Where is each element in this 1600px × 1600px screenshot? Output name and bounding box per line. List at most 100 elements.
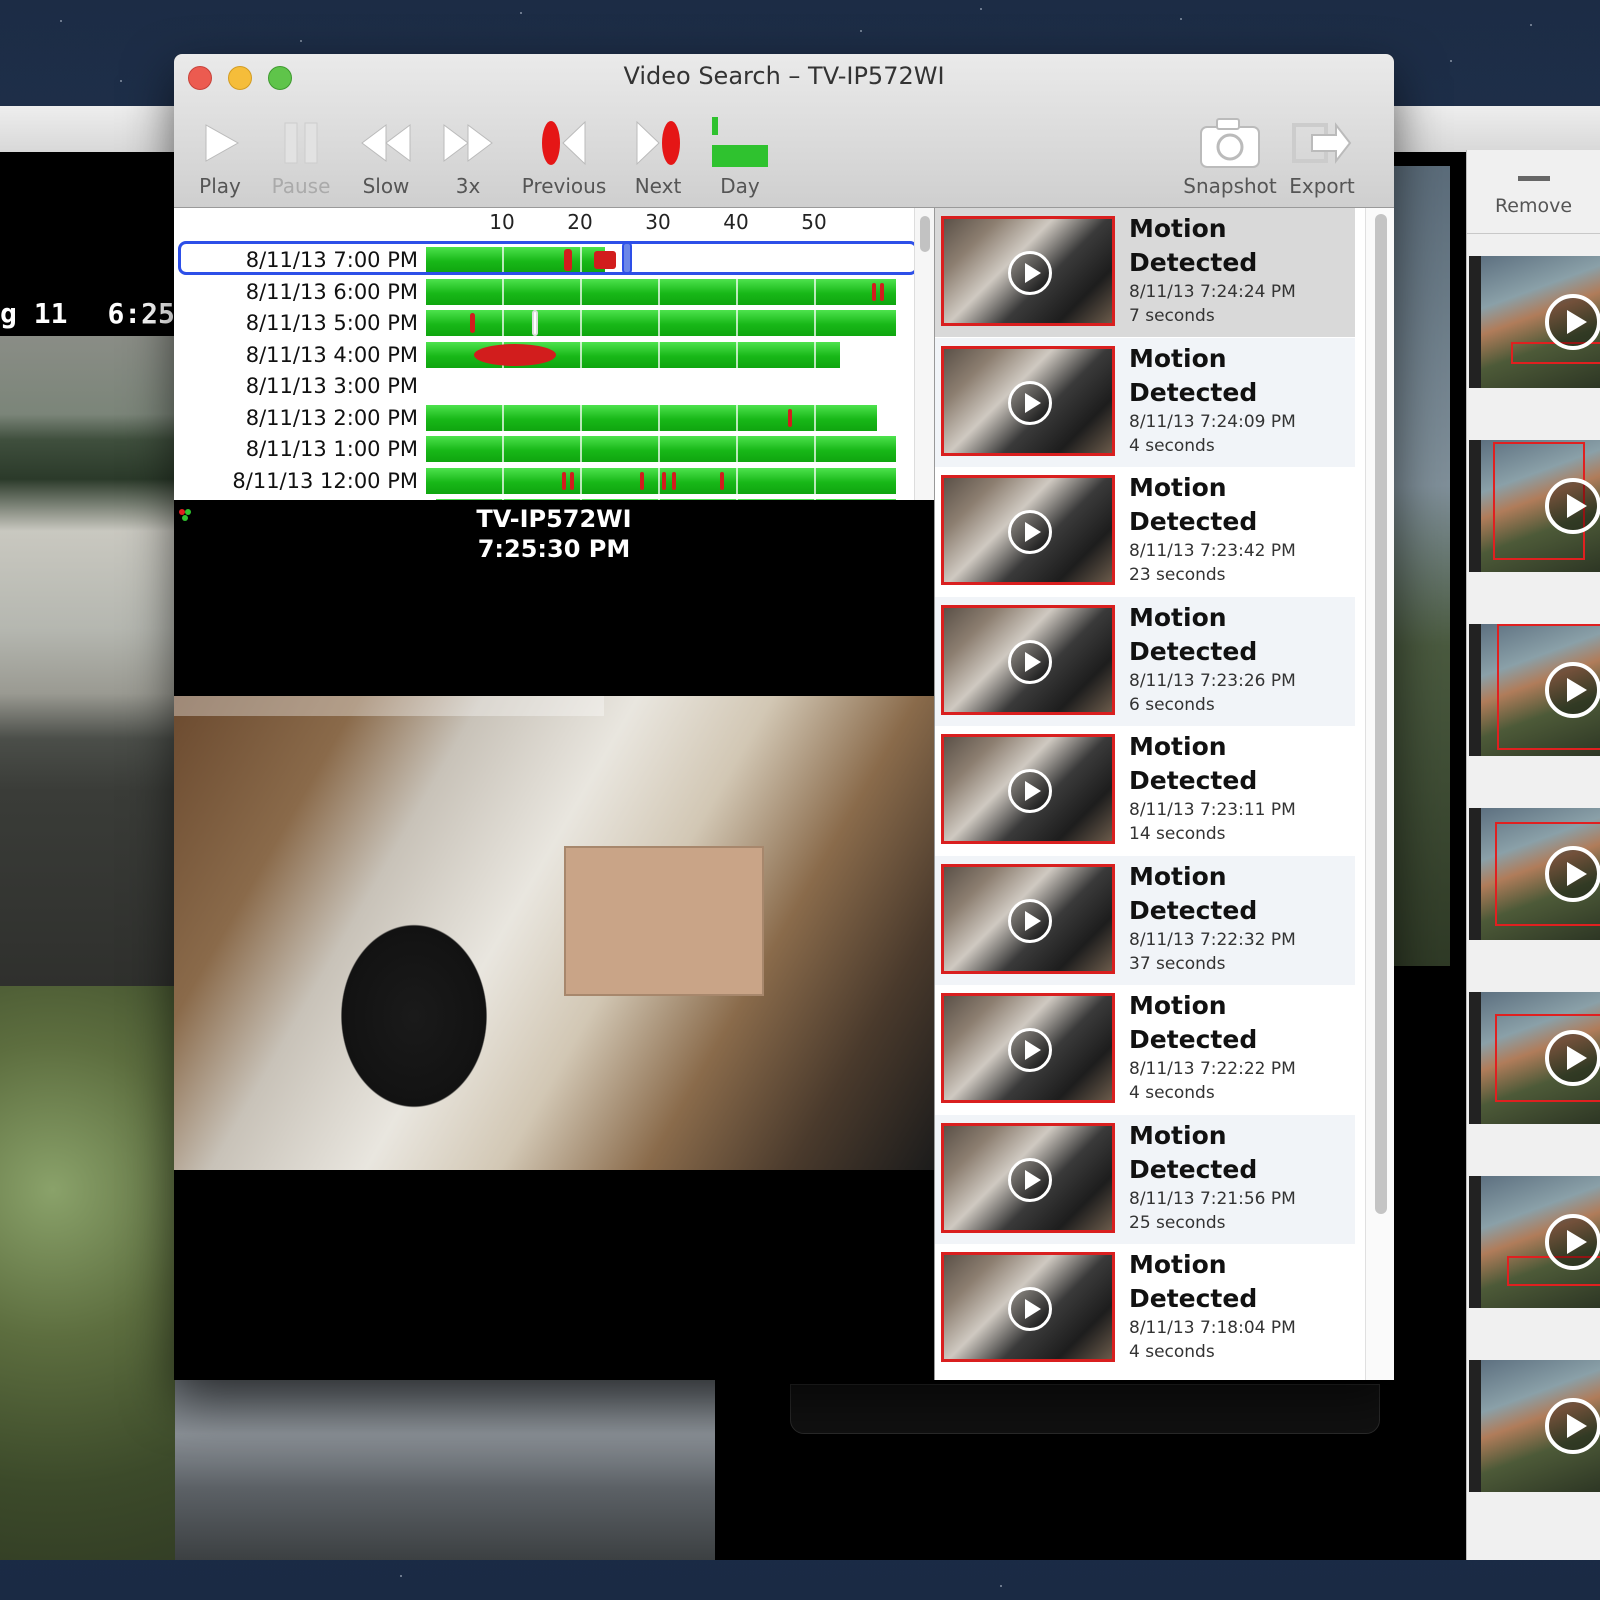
play-icon <box>1545 478 1600 534</box>
event-duration: 4 seconds <box>1129 1083 1215 1103</box>
side-event-thumbnail[interactable] <box>1469 1360 1600 1492</box>
side-event-thumbnail[interactable] <box>1469 256 1600 388</box>
event-datetime: 8/11/13 7:24:09 PM <box>1129 411 1296 432</box>
event-title-line1: Motion <box>1129 602 1227 632</box>
scrollbar-thumb[interactable] <box>1375 214 1387 1214</box>
hour-label: 8/11/13 12:00 PM <box>232 468 418 493</box>
recording-bar[interactable] <box>426 436 896 462</box>
motion-event-item[interactable]: Motion Detected 8/11/13 7:24:24 PM 7 second… <box>935 208 1355 337</box>
event-datetime: 8/11/13 7:22:22 PM <box>1129 1059 1296 1079</box>
event-datetime: 8/11/13 7:23:26 PM <box>1129 670 1296 691</box>
camera-osd-bar <box>174 696 604 716</box>
snapshot-button[interactable]: Snapshot <box>1180 112 1280 198</box>
fast-forward-button[interactable]: 3x <box>440 112 496 198</box>
slow-button[interactable]: Slow <box>354 112 418 198</box>
event-thumbnail[interactable] <box>941 1122 1115 1233</box>
side-event-thumbnail[interactable] <box>1469 1176 1600 1308</box>
motion-event-marker[interactable] <box>562 471 566 490</box>
event-list-scrollbar[interactable] <box>1365 208 1394 1380</box>
event-thumbnail[interactable] <box>941 475 1115 585</box>
side-event-thumbnail[interactable] <box>1469 992 1600 1124</box>
motion-event-marker[interactable] <box>640 471 644 490</box>
play-icon <box>1008 639 1052 684</box>
event-text: Motion Detected 8/11/13 7:23:11 PM 14 secon… <box>1129 730 1349 846</box>
event-thumbnail[interactable] <box>941 863 1115 974</box>
motion-event-marker[interactable] <box>720 471 724 490</box>
timeline-hour-row[interactable]: 8/11/13 5:00 PM <box>174 307 934 339</box>
event-title-line2: Detected <box>1129 895 1258 925</box>
background-window-toolbar <box>0 106 175 152</box>
minute-gridline <box>736 238 738 500</box>
video-timestamp: 7:25:30 PM <box>477 535 631 563</box>
ruler-tick-label: 20 <box>567 210 593 234</box>
side-event-thumbnail[interactable] <box>1469 624 1600 756</box>
timeline-hour-row[interactable]: 8/11/13 6:00 PM <box>174 276 934 308</box>
event-title-line1: Motion <box>1129 991 1227 1020</box>
event-thumbnail[interactable] <box>941 993 1115 1103</box>
hour-label: 8/11/13 1:00 PM <box>245 437 418 461</box>
motion-event-marker[interactable] <box>662 471 666 490</box>
motion-event-marker[interactable] <box>470 313 475 333</box>
timeline-hour-row[interactable]: 8/11/13 3:00 PM <box>174 370 934 402</box>
event-duration: 23 seconds <box>1129 565 1226 585</box>
motion-event-marker[interactable] <box>872 282 876 301</box>
timeline-scrollbar[interactable] <box>914 208 934 500</box>
motion-event-item[interactable]: Motion Detected 8/11/13 7:23:26 PM 6 second… <box>935 596 1355 726</box>
motion-event-item[interactable]: Motion Detected 8/11/13 7:23:11 PM 14 secon… <box>935 726 1355 855</box>
event-datetime: 8/11/13 7:23:42 PM <box>1129 541 1296 561</box>
play-icon <box>1008 380 1052 425</box>
event-title-line1: Motion <box>1129 861 1227 891</box>
motion-event-marker[interactable] <box>570 471 574 490</box>
play-icon <box>1545 1214 1600 1270</box>
event-thumbnail[interactable] <box>941 1252 1115 1362</box>
remove-button[interactable]: Remove <box>1467 150 1600 234</box>
motion-event-list[interactable]: Motion Detected 8/11/13 7:24:24 PM 7 second… <box>934 208 1394 1380</box>
video-player[interactable]: TV-IP572WI 7:25:30 PM <box>174 500 934 1380</box>
export-button[interactable]: Export <box>1282 112 1362 198</box>
event-duration: 14 seconds <box>1129 824 1226 844</box>
selected-hour-row[interactable] <box>178 241 918 275</box>
previous-label: Previous <box>521 174 607 198</box>
motion-event-item[interactable]: Motion Detected 8/11/13 7:21:56 PM 25 secon… <box>935 1114 1355 1244</box>
event-title-line2: Detected <box>1129 766 1258 795</box>
motion-event-item[interactable]: Motion Detected 8/11/13 7:24:09 PM 4 second… <box>935 337 1355 467</box>
recording-bar[interactable] <box>426 278 896 305</box>
video-scene-object <box>564 846 764 996</box>
event-thumbnail[interactable] <box>941 604 1115 715</box>
motion-event-marker[interactable] <box>474 343 556 366</box>
play-button[interactable]: Play <box>192 112 248 198</box>
motion-event-marker[interactable] <box>532 310 538 336</box>
pause-button[interactable]: Pause <box>264 112 338 198</box>
motion-event-marker[interactable] <box>672 471 676 490</box>
background-event-list: Remove <box>1466 150 1600 1560</box>
motion-event-item[interactable]: Motion Detected 8/11/13 7:22:32 PM 37 secon… <box>935 855 1355 985</box>
side-event-thumbnail[interactable] <box>1469 808 1600 940</box>
event-thumbnail[interactable] <box>941 216 1115 326</box>
next-button[interactable]: Next <box>628 112 688 198</box>
play-icon <box>1545 1030 1600 1086</box>
motion-event-item[interactable]: Motion Detected 8/11/13 7:23:42 PM 23 secon… <box>935 467 1355 596</box>
event-text: Motion Detected 8/11/13 7:24:24 PM 7 second… <box>1129 212 1349 328</box>
timeline-hour-row[interactable]: 8/11/13 12:00 PM <box>174 465 934 497</box>
scrollbar-thumb[interactable] <box>920 216 930 252</box>
ruler-tick-label: 10 <box>489 210 515 234</box>
motion-event-item[interactable]: Motion Detected 8/11/13 7:18:04 PM 4 second… <box>935 1244 1355 1373</box>
previous-button[interactable]: Previous <box>514 112 614 198</box>
event-datetime: 8/11/13 7:24:24 PM <box>1129 282 1296 302</box>
timeline-hour-row[interactable]: 8/11/13 2:00 PM <box>174 402 934 434</box>
recording-bar[interactable] <box>426 310 896 336</box>
recording-bar[interactable] <box>426 404 878 431</box>
playhead-handle[interactable] <box>622 242 632 274</box>
timeline-hour-row[interactable]: 8/11/13 1:00 PM <box>174 433 934 465</box>
recording-bar[interactable] <box>426 467 896 494</box>
side-event-thumbnail[interactable] <box>1469 440 1600 572</box>
day-button[interactable]: Day <box>708 112 772 198</box>
motion-event-item[interactable]: Motion Detected 8/11/13 7:22:22 PM 4 second… <box>935 985 1355 1114</box>
event-thumbnail[interactable] <box>941 345 1115 456</box>
event-text: Motion Detected 8/11/13 7:24:09 PM 4 second… <box>1129 342 1349 458</box>
play-icon <box>1008 898 1052 943</box>
motion-event-marker[interactable] <box>880 282 884 301</box>
event-thumbnail[interactable] <box>941 734 1115 844</box>
motion-event-marker[interactable] <box>788 408 792 427</box>
day-timeline[interactable]: 10 20 30 40 50 8/11/13 7:00 PM 8/11/13 6:00 P… <box>174 208 934 500</box>
